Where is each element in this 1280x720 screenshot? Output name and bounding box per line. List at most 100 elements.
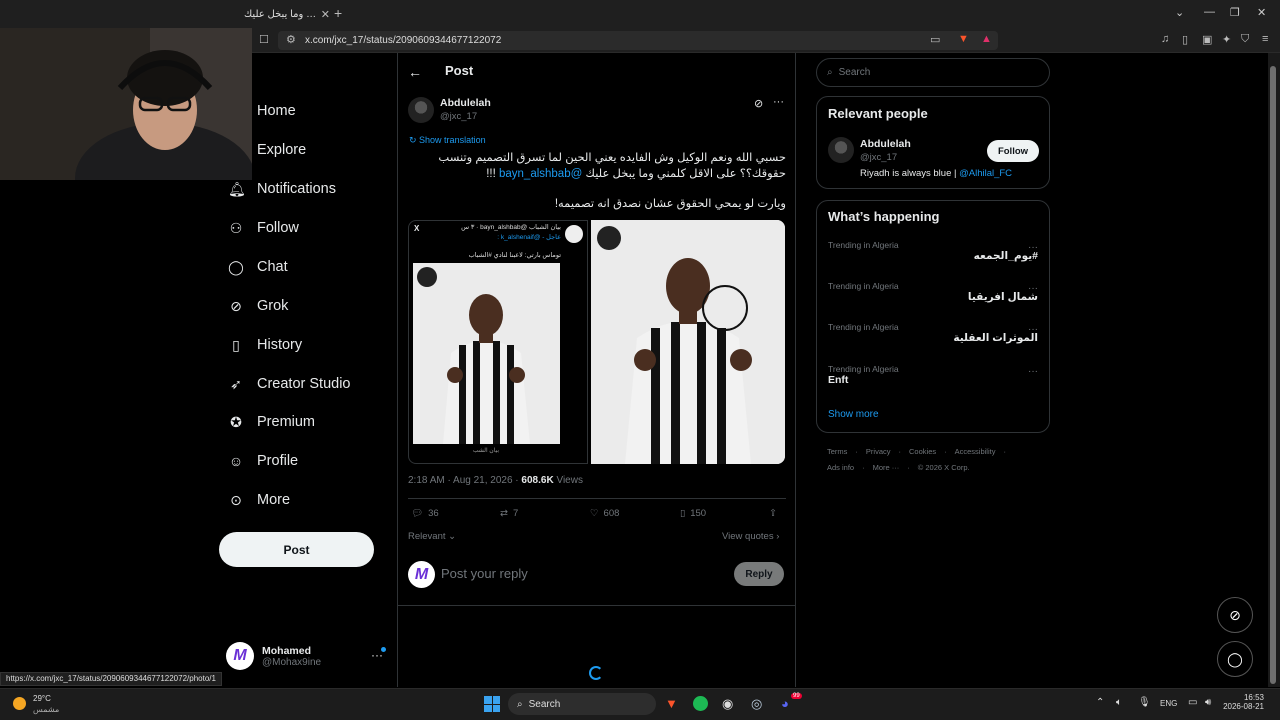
new-tab-icon[interactable]: + — [334, 5, 342, 21]
close-window-icon[interactable]: ✕ — [1257, 6, 1266, 19]
discord-icon[interactable]: ◕ — [781, 696, 789, 711]
network-icon[interactable]: ▭ — [1188, 697, 1197, 708]
back-arrow-icon[interactable]: ← — [408, 64, 422, 80]
search-icon: ⌕ — [517, 698, 523, 710]
trend-item[interactable]: Trending in Algeria الموثرات العقلية ··· — [828, 322, 1038, 352]
nav-more[interactable]: ⊙ More — [228, 488, 290, 512]
taskbar-search[interactable]: ⌕ Search — [508, 693, 656, 715]
nav-notifications[interactable]: 🔔︎ Notifications — [228, 177, 336, 201]
vpn-icon[interactable]: ⛉ — [1241, 33, 1249, 46]
reply-button[interactable]: Reply — [734, 562, 784, 586]
footer-privacy[interactable]: Privacy — [866, 447, 891, 456]
person-handle[interactable]: @jxc_17 — [860, 152, 897, 163]
view-quotes-link[interactable]: View quotes › — [722, 531, 779, 542]
search-input[interactable]: ⌕ Search — [816, 58, 1050, 87]
close-tab-icon[interactable]: ✕ — [321, 8, 330, 21]
person-avatar[interactable] — [828, 137, 854, 163]
show-more-link[interactable]: Show more — [828, 409, 879, 420]
grok-icon[interactable]: ⊘ — [754, 97, 763, 110]
bio-link[interactable]: @Alhilal_FC — [959, 168, 1012, 179]
nav-grok[interactable]: ⊘ Grok — [228, 294, 288, 318]
discord-badge: 99 — [791, 693, 802, 699]
menu-icon[interactable]: ≡ — [1262, 33, 1268, 45]
restore-icon[interactable]: ❐ — [1230, 6, 1240, 19]
nav-explore[interactable]: Explore — [228, 138, 306, 162]
nav-chat[interactable]: ◯ Chat — [228, 255, 288, 279]
nav-home[interactable]: Home — [228, 99, 296, 123]
nav-notifications-label: Notifications — [257, 181, 336, 197]
windows-start-icon[interactable] — [484, 696, 500, 712]
footer-cookies[interactable]: Cookies — [909, 447, 936, 456]
speaker-icon[interactable]: 🔊︎ — [1205, 697, 1211, 708]
wallet-icon[interactable]: ▣ — [1202, 33, 1212, 46]
weather-sun-icon[interactable] — [13, 697, 26, 710]
tweet-image-1[interactable]: X بيان الشباب @bayn_alshbab · ٣ س عاجل -… — [408, 220, 588, 464]
post-button[interactable]: Post — [219, 532, 374, 567]
browser-tab[interactable]: وما يبخل عليك … ✕ — [244, 2, 330, 26]
share-icon[interactable]: ⇪ — [769, 508, 777, 519]
spotify-icon[interactable] — [693, 696, 708, 711]
trend-more-icon[interactable]: ··· — [1028, 366, 1038, 377]
nav-follow[interactable]: ⚇ Follow — [228, 216, 299, 240]
author-avatar[interactable] — [408, 97, 434, 123]
nav-chat-label: Chat — [257, 259, 288, 275]
follow-button[interactable]: Follow — [987, 140, 1039, 162]
person-name[interactable]: Abdulelah — [860, 138, 911, 150]
reply-input[interactable]: Post your reply — [441, 566, 528, 581]
chat-fab-icon[interactable]: ◯ — [1217, 641, 1253, 677]
show-translation-link[interactable]: ↻ Show translation — [409, 135, 486, 146]
steam-icon[interactable]: ◎ — [751, 696, 762, 712]
github-icon[interactable]: ◉ — [722, 696, 733, 712]
trend-more-icon[interactable]: ··· — [1028, 283, 1038, 294]
site-settings-icon[interactable]: ⚙ — [286, 33, 296, 46]
tweet-image-2[interactable] — [591, 220, 785, 464]
media-icon[interactable]: ♫ — [1161, 33, 1169, 45]
account-switcher[interactable]: M Mohamed @Mohax9ine — [226, 640, 386, 672]
cast-icon[interactable]: ▭ — [930, 33, 940, 46]
relevant-title: Relevant people — [828, 106, 928, 121]
trend-item[interactable]: Trending in Algeria Enft ··· — [828, 364, 1038, 394]
footer-terms[interactable]: Terms — [827, 447, 847, 456]
brave-taskbar-icon[interactable]: ▼ — [665, 696, 678, 711]
trend-title: #يوم_الجمعه — [973, 250, 1038, 262]
like-action[interactable]: ♡ 608 — [590, 508, 619, 519]
microphone-icon[interactable]: 🎙︎ — [1138, 697, 1151, 708]
nav-history[interactable]: ▯ History — [228, 333, 302, 357]
weather-temp[interactable]: 29°C — [33, 694, 51, 703]
author-name[interactable]: Abdulelah — [440, 97, 491, 109]
reply-action[interactable]: 💬︎ 36 — [411, 508, 439, 519]
trend-more-icon[interactable]: ··· — [1028, 324, 1038, 335]
chevron-down-icon[interactable]: ⌄ — [1175, 6, 1184, 19]
grok-fab-icon[interactable]: ⊘ — [1217, 597, 1253, 633]
bookmark-icon[interactable]: ☐ — [259, 33, 269, 46]
leo-icon[interactable]: ✦ — [1222, 33, 1231, 46]
x-logo: X — [414, 224, 420, 233]
brave-rewards-icon[interactable]: ▲ — [981, 33, 992, 45]
language-indicator[interactable]: ENG — [1160, 699, 1177, 708]
trend-item[interactable]: Trending in Algeria شمال افريقيا ··· — [828, 281, 1038, 311]
author-handle[interactable]: @jxc_17 — [440, 111, 477, 122]
sidebar-icon[interactable]: ▯ — [1182, 33, 1188, 46]
repost-action[interactable]: ⇄ 7 — [500, 508, 518, 519]
nav-premium[interactable]: ✪ Premium — [228, 410, 315, 434]
footer-more[interactable]: More ··· — [873, 463, 900, 472]
minimize-icon[interactable]: — — [1204, 6, 1215, 18]
nav-profile[interactable]: ☺ Profile — [228, 449, 298, 473]
scrollbar-thumb[interactable] — [1270, 66, 1276, 684]
more-icon[interactable]: ··· — [773, 96, 784, 108]
volume-icon[interactable]: 🔈︎ — [1116, 697, 1122, 708]
tray-chevron-icon[interactable]: ⌃ — [1096, 697, 1104, 708]
nav-history-label: History — [257, 337, 303, 353]
trend-item[interactable]: Trending in Algeria #يوم_الجمعه ··· — [828, 240, 1038, 270]
mention-link[interactable]: @bayn_alshbab — [499, 168, 582, 180]
footer-ads-info[interactable]: Ads info — [827, 463, 854, 472]
trend-more-icon[interactable]: ··· — [1028, 242, 1038, 253]
nav-creator-studio[interactable]: ➶ Creator Studio — [228, 372, 350, 396]
footer-accessibility[interactable]: Accessibility — [955, 447, 996, 456]
add-person-icon: ⚇ — [229, 219, 243, 236]
brave-shield-icon[interactable]: ▼ — [958, 33, 969, 45]
bookmark-action[interactable]: ▯ 150 — [680, 508, 706, 519]
clock[interactable]: 16:53 2026-08-21 — [1222, 693, 1264, 711]
sort-dropdown[interactable]: Relevant ⌄ — [408, 531, 456, 542]
bell-icon: 🔔︎ — [228, 180, 246, 197]
